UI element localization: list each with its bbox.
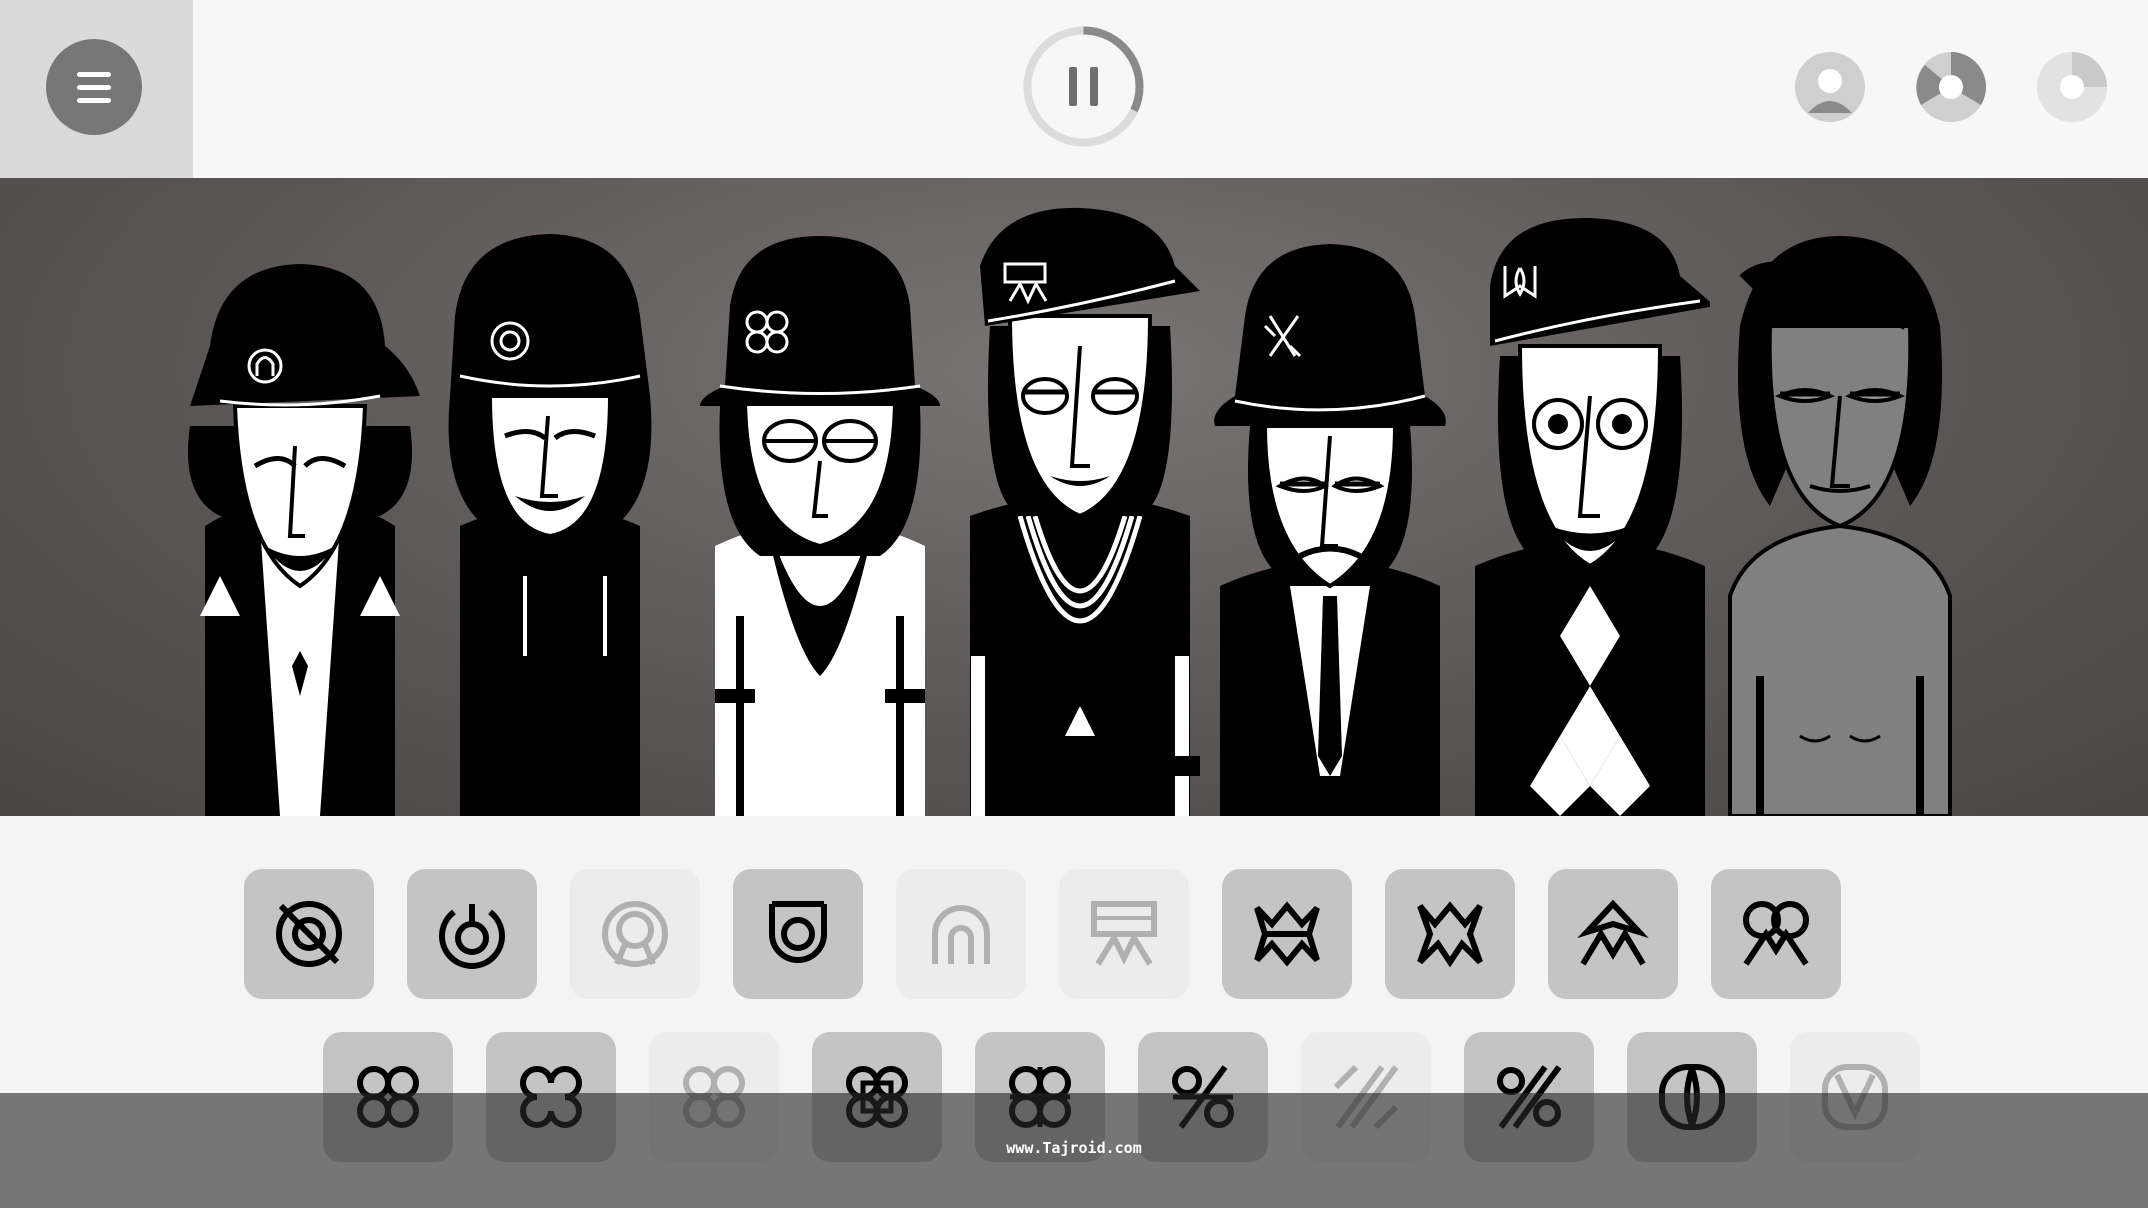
mode-button-3[interactable]: [2036, 51, 2108, 123]
sound-button-arch-ring[interactable]: [896, 869, 1026, 999]
arch-ring-icon: [932, 905, 990, 964]
character-7[interactable]: [1720, 196, 1960, 816]
sound-button-diamond-peak[interactable]: [1548, 869, 1678, 999]
character-3[interactable]: [700, 196, 940, 816]
menu-icon: [77, 68, 111, 107]
sound-button-banner[interactable]: [1059, 869, 1189, 999]
character-stage: [0, 178, 2148, 816]
diamond-peak-icon: [1577, 899, 1649, 966]
character-6[interactable]: [1470, 196, 1710, 816]
character-1[interactable]: [180, 196, 420, 816]
bracket-ring-icon: [769, 901, 827, 963]
character-5[interactable]: [1210, 196, 1450, 816]
loops-icon: [1743, 901, 1809, 966]
sound-button-crown[interactable]: [1385, 869, 1515, 999]
character-4[interactable]: [960, 196, 1200, 816]
double-ring-icon: [602, 901, 668, 967]
banner-icon: [1091, 901, 1157, 966]
top-bar: [0, 0, 2148, 178]
sound-button-double-ring[interactable]: [570, 869, 700, 999]
sound-button-crossed-target[interactable]: [244, 869, 374, 999]
menu-button[interactable]: [46, 39, 142, 135]
mode-button-2[interactable]: [1915, 51, 1987, 123]
pause-icon: [1069, 67, 1098, 106]
mode-button-1[interactable]: [1794, 51, 1866, 123]
crossed-target-icon: [276, 901, 342, 967]
sound-button-loops[interactable]: [1711, 869, 1841, 999]
sound-button-bracket-ring[interactable]: [733, 869, 863, 999]
burst-icon: [1254, 901, 1320, 967]
character-2[interactable]: [430, 196, 670, 816]
crown-icon: [1417, 901, 1483, 968]
sound-button-power-ring[interactable]: [407, 869, 537, 999]
watermark-text: www.Tajroid.com: [1006, 1139, 1142, 1157]
menu-panel: [0, 0, 193, 178]
pause-button[interactable]: [1021, 24, 1146, 149]
power-ring-icon: [439, 904, 505, 969]
sound-button-burst[interactable]: [1222, 869, 1352, 999]
